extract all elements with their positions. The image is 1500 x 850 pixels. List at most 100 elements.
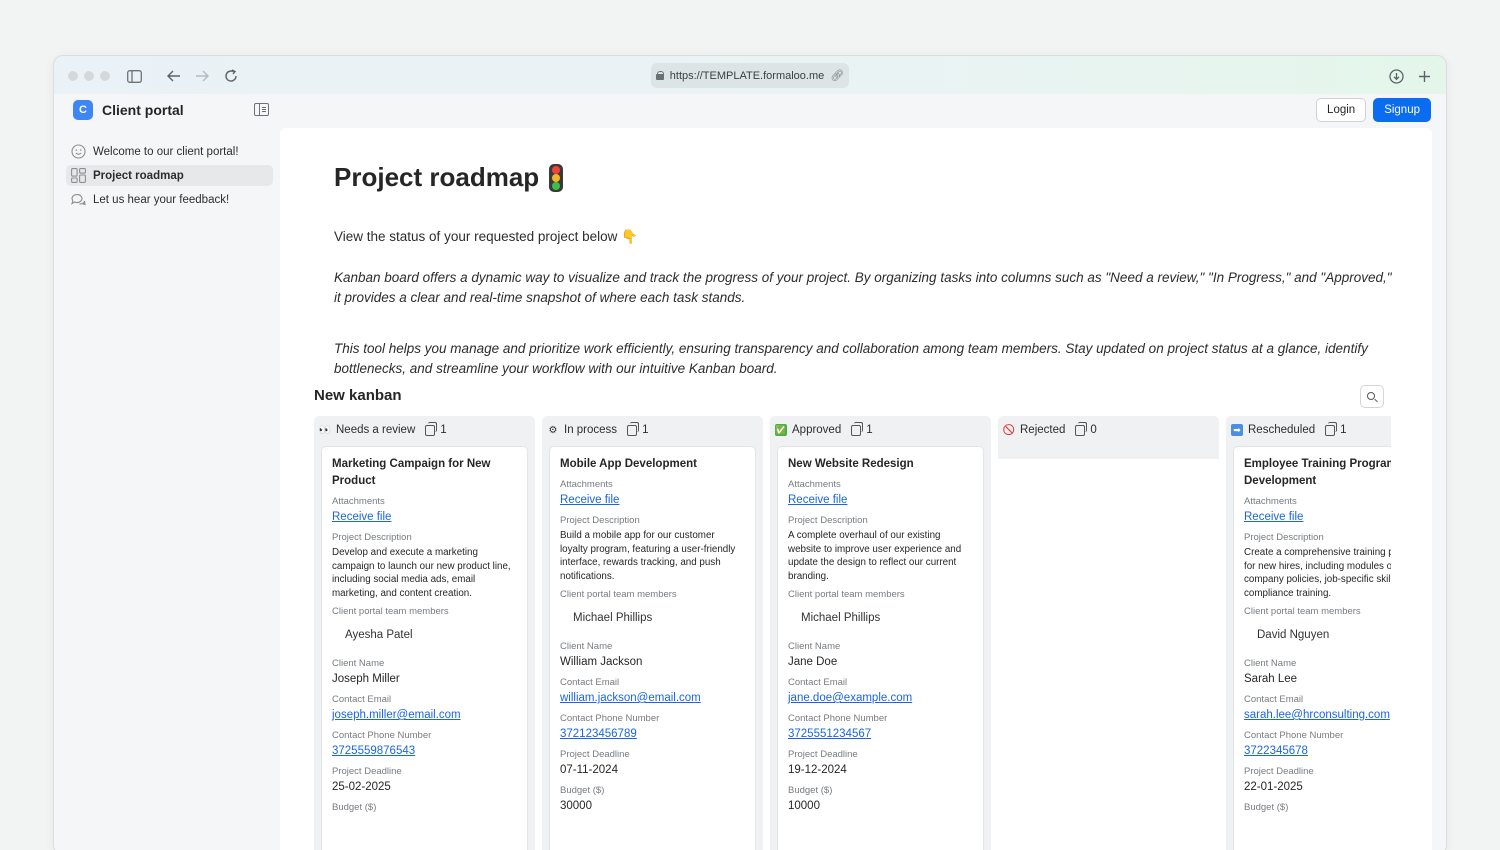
sidebar: C Client portal Welcome to our client po… (54, 94, 279, 850)
smiley-icon (70, 144, 86, 160)
sidebar-item-project-roadmap[interactable]: Project roadmap (66, 165, 273, 186)
client-name: Jane Doe (788, 656, 838, 668)
column-name: Needs a review (336, 424, 416, 436)
kanban-card[interactable]: Employee Training Program Development Att… (1233, 446, 1391, 850)
field-label: Budget ($) (332, 802, 377, 813)
field-label: Contact Email (788, 677, 848, 688)
field-label: Contact Email (560, 677, 620, 688)
field-label: Client portal team members (332, 606, 449, 617)
field-label: Project Description (332, 532, 412, 543)
kanban-card[interactable]: Mobile App Development Attachments Receive… (549, 446, 756, 850)
contact-email-link[interactable]: william.jackson@email.com (560, 689, 745, 707)
contact-phone-link[interactable]: 372123456789 (560, 725, 745, 743)
contact-email-link[interactable]: joseph.miller@email.com (332, 706, 517, 724)
sidebar-item-label: Welcome to our client portal! (93, 145, 239, 158)
sidebar-item-feedback[interactable]: Let us hear your feedback! (66, 189, 273, 210)
card-title: New Website Redesign (788, 458, 914, 470)
attachment-link[interactable]: Receive file (788, 491, 973, 509)
field-label: Contact Phone Number (560, 713, 660, 724)
attachment-link[interactable]: Receive file (560, 491, 745, 509)
field-label: Budget ($) (788, 785, 833, 796)
column-header[interactable]: ✅ Approved 1 (770, 416, 991, 444)
chat-bubbles-icon (70, 192, 86, 208)
contact-phone-link[interactable]: 3725559876543 (332, 742, 517, 760)
column-count: 1 (440, 424, 447, 436)
project-description: Build a mobile app for our customer loya… (560, 530, 736, 582)
field-label: Client Name (788, 641, 841, 652)
field-label: Budget ($) (560, 785, 605, 796)
field-label: Project Description (788, 515, 868, 526)
back-icon[interactable] (164, 66, 184, 86)
field-label: Attachments (788, 479, 841, 490)
kanban-card[interactable]: Marketing Campaign for New Product Attach… (321, 446, 528, 850)
contact-phone-link[interactable]: 3725551234567 (788, 725, 973, 743)
maximize-window-button[interactable] (100, 71, 110, 81)
field-label: Client portal team members (560, 589, 677, 600)
column-header[interactable]: ⚙ In process 1 (542, 416, 763, 444)
download-icon[interactable] (1386, 66, 1406, 86)
sidebar-item-welcome[interactable]: Welcome to our client portal! (66, 141, 273, 162)
close-window-button[interactable] (68, 71, 78, 81)
contact-email-link[interactable]: sarah.lee@hrconsulting.com (1244, 706, 1391, 724)
column-name: Rescheduled (1248, 424, 1316, 436)
main-content: Project roadmap View the status of your … (280, 128, 1432, 850)
column-name: Rejected (1020, 424, 1066, 436)
kanban-card[interactable]: New Website Redesign Attachments Receive f… (777, 446, 984, 850)
card-count-icon (425, 421, 438, 436)
field-label: Project Description (560, 515, 640, 526)
column-name: In process (564, 424, 618, 436)
kanban-column: ✅ Approved 1 New Website Redesign Attachment… (770, 416, 991, 850)
field-label: Attachments (332, 496, 385, 507)
column-header[interactable]: ➡ Rescheduled 1 (1226, 416, 1391, 444)
signup-button[interactable]: Signup (1373, 98, 1431, 122)
reload-icon[interactable] (221, 66, 241, 86)
column-status-icon: ✅ (775, 424, 787, 436)
kanban-column: 🚫 Rejected 0 (998, 416, 1219, 459)
project-description: Create a comprehensive training program … (1244, 547, 1391, 599)
team-member: Michael Phillips (801, 612, 881, 624)
field-label: Client Name (332, 658, 385, 669)
collapse-sidebar-icon[interactable] (254, 103, 269, 116)
client-name: William Jackson (560, 656, 643, 668)
attachment-link[interactable]: Receive file (332, 508, 517, 526)
field-label: Contact Phone Number (1244, 730, 1344, 741)
column-header[interactable]: 👀 Needs a review 1 (314, 416, 535, 444)
forward-icon[interactable] (192, 66, 212, 86)
sidebar-item-label: Let us hear your feedback! (93, 193, 230, 206)
page-title-text: Project roadmap (334, 162, 540, 192)
sidebar-toggle-icon[interactable] (124, 66, 144, 86)
client-name: Sarah Lee (1244, 673, 1298, 685)
contact-phone-link[interactable]: 3722345678 (1244, 742, 1391, 760)
brand[interactable]: C Client portal (73, 100, 184, 120)
card-title: Mobile App Development (560, 458, 697, 470)
field-label: Client Name (560, 641, 613, 652)
column-header[interactable]: 🚫 Rejected 0 (998, 416, 1219, 444)
new-tab-icon[interactable] (1414, 66, 1434, 86)
kanban-title: New kanban (314, 387, 402, 404)
column-status-icon: ⚙ (548, 424, 558, 436)
kanban-board: 👀 Needs a review 1 Marketing Campaign for N… (314, 416, 1391, 850)
address-bar[interactable]: https://TEMPLATE.formaloo.me 🔗︎ (651, 63, 849, 88)
login-button[interactable]: Login (1316, 98, 1367, 122)
field-label: Attachments (1244, 496, 1297, 507)
field-label: Attachments (560, 479, 613, 490)
column-name: Approved (792, 424, 842, 436)
browser-window: https://TEMPLATE.formaloo.me 🔗︎ C Client… (53, 55, 1447, 850)
brand-name: Client portal (102, 102, 184, 118)
link-icon[interactable]: 🔗︎ (830, 69, 844, 82)
contact-email-link[interactable]: jane.doe@example.com (788, 689, 973, 707)
card-title: Marketing Campaign for New Product (332, 458, 491, 487)
brand-logo: C (73, 100, 93, 120)
field-label: Project Description (1244, 532, 1324, 543)
attachment-link[interactable]: Receive file (1244, 508, 1391, 526)
field-label: Contact Phone Number (332, 730, 432, 741)
traffic-light-icon (549, 163, 564, 192)
sidebar-nav: Welcome to our client portal! Project ro… (66, 141, 273, 213)
client-name: Joseph Miller (332, 673, 400, 685)
card-count-icon (627, 421, 640, 436)
url-text: https://TEMPLATE.formaloo.me (669, 69, 825, 82)
kanban-search-button[interactable] (1360, 385, 1384, 408)
minimize-window-button[interactable] (84, 71, 94, 81)
field-label: Contact Email (1244, 694, 1304, 705)
team-member: David Nguyen (1257, 629, 1330, 641)
